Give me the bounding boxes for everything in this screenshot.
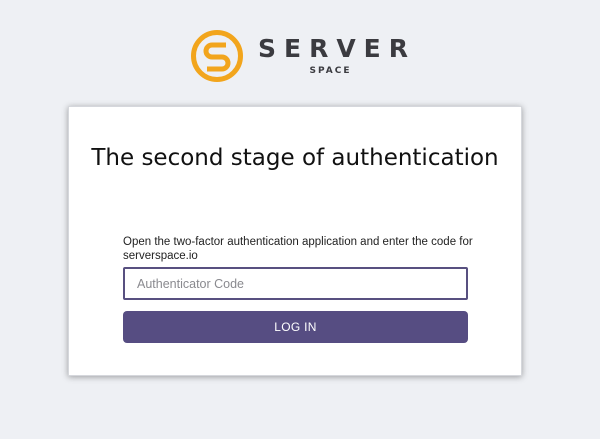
logo-subtitle: SPACE: [309, 66, 352, 76]
page-title: The second stage of authentication: [91, 145, 499, 171]
instructions-text: Open the two-factor authentication appli…: [123, 236, 473, 262]
authenticator-code-input[interactable]: [123, 267, 468, 300]
logo: SERVER SPACE: [190, 29, 410, 83]
auth-card: The second stage of authentication Open …: [68, 106, 522, 376]
logo-wordmark: SERVER: [258, 34, 417, 63]
login-button[interactable]: LOG IN: [123, 311, 468, 343]
serverspace-logo-icon: [191, 30, 243, 82]
